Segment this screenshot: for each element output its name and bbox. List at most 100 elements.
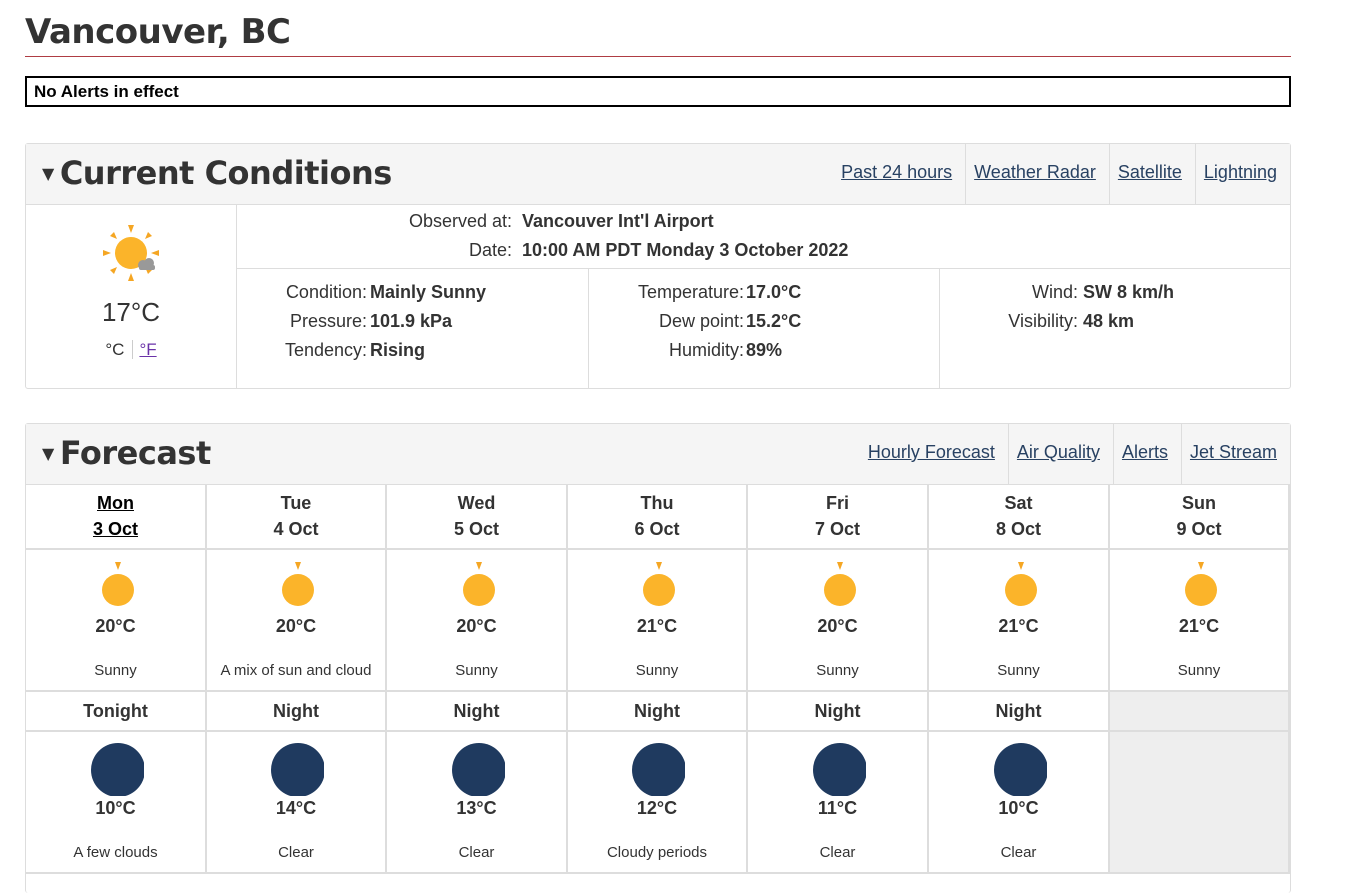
- current-conditions-toggle[interactable]: ▼ Current Conditions: [42, 154, 392, 192]
- forecast-panel: ▼ Forecast Hourly Forecast Air Quality Al…: [25, 423, 1291, 893]
- day-name: Sat: [1004, 493, 1033, 513]
- moon-cloud-icon: [632, 743, 685, 796]
- day-condition: Sunny: [816, 662, 859, 679]
- night-condition: Clear: [1000, 844, 1037, 861]
- day-condition: Sunny: [635, 662, 679, 679]
- current-conditions-header: ▼ Current Conditions Past 24 hours Weathe…: [26, 144, 1290, 205]
- forecast-night-cell: 12°C Cloudy periods: [568, 732, 748, 874]
- sun-icon: [101, 562, 134, 606]
- night-temperature: 11°C: [817, 798, 858, 818]
- day-condition: Sunny: [455, 662, 498, 679]
- moon-cloud-icon: [90, 743, 144, 796]
- forecast-day-cell: 20°C Sunny: [748, 550, 929, 692]
- forecast-night-header: Night: [207, 692, 387, 732]
- sun-cloud-icon: [103, 225, 159, 281]
- day-date: 4 Oct: [273, 519, 319, 539]
- forecast-night-header: Night: [568, 692, 748, 732]
- forecast-night-cell: 10°C Clear: [929, 732, 1110, 874]
- day-date: 6 Oct: [634, 519, 680, 539]
- moon-icon: [271, 743, 324, 796]
- moon-icon: [993, 743, 1047, 796]
- forecast-day-header: Fri 7 Oct: [748, 485, 929, 550]
- forecast-header: ▼ Forecast Hourly Forecast Air Quality Al…: [26, 424, 1290, 485]
- sun-icon: [643, 562, 675, 606]
- condition-value: Mainly Sunny: [370, 282, 487, 302]
- day-condition: Sunny: [1177, 662, 1221, 679]
- current-conditions-links: Past 24 hours Weather Radar Satellite Li…: [833, 144, 1290, 204]
- forecast-day-header[interactable]: Mon 3 Oct: [26, 485, 207, 550]
- page-header: Vancouver, BC No Alerts in effect: [25, 0, 1291, 107]
- day-temperature: 21°C: [998, 616, 1039, 636]
- condition-label: Condition:: [285, 282, 367, 302]
- temperature-value: 17.0°C: [746, 282, 802, 302]
- day-temperature: 21°C: [636, 616, 678, 636]
- day-temperature: 20°C: [275, 616, 317, 636]
- link-alerts[interactable]: Alerts: [1112, 424, 1181, 484]
- day-name: Wed: [457, 493, 496, 513]
- wind-label: Wind:: [1031, 282, 1078, 302]
- day-date: 8 Oct: [995, 519, 1042, 539]
- day-temperature: 21°C: [1178, 616, 1220, 636]
- date-value: 10:00 AM PDT Monday 3 October 2022: [522, 240, 849, 260]
- link-air-quality[interactable]: Air Quality: [1007, 424, 1113, 484]
- sun-icon: [1185, 562, 1217, 606]
- forecast-night-header: Tonight: [26, 692, 207, 732]
- forecast-night-cell: 10°C A few clouds: [26, 732, 207, 874]
- forecast-night-header: Night: [387, 692, 568, 732]
- forecast-day-cell: 20°C Sunny: [26, 550, 207, 692]
- forecast-links: Hourly Forecast Air Quality Alerts Jet S…: [860, 424, 1290, 484]
- night-name: Night: [995, 701, 1042, 721]
- dew-point-value: 15.2°C: [746, 311, 802, 331]
- day-temperature: 20°C: [817, 616, 858, 636]
- observed-value: Vancouver Int'l Airport: [522, 211, 714, 231]
- link-satellite[interactable]: Satellite: [1108, 144, 1195, 204]
- current-conditions-title: Current Conditions: [59, 154, 392, 192]
- night-temperature: 14°C: [275, 798, 317, 818]
- humidity-value: 89%: [746, 340, 783, 360]
- day-name: Mon: [97, 493, 134, 513]
- forecast-day-header: Sat 8 Oct: [929, 485, 1110, 550]
- forecast-day-cell: 21°C Sunny: [568, 550, 748, 692]
- forecast-day-header: Tue 4 Oct: [207, 485, 387, 550]
- unit-switcher: °C °F: [26, 340, 236, 360]
- link-jet-stream[interactable]: Jet Stream: [1180, 424, 1290, 484]
- current-conditions-panel: ▼ Current Conditions Past 24 hours Weathe…: [25, 143, 1291, 389]
- current-temperature: 17°C: [101, 297, 161, 327]
- link-weather-radar[interactable]: Weather Radar: [965, 144, 1109, 204]
- forecast-day-header: Wed 5 Oct: [387, 485, 568, 550]
- forecast-title: Forecast: [59, 434, 211, 472]
- pressure-label: Pressure:: [289, 311, 367, 331]
- date-label: Date:: [468, 240, 512, 260]
- visibility-label: Visibility:: [1008, 311, 1078, 331]
- night-temperature: 10°C: [95, 798, 136, 818]
- night-name: Night: [453, 701, 500, 721]
- link-lightning[interactable]: Lightning: [1194, 144, 1290, 204]
- dew-point-label: Dew point:: [658, 311, 744, 331]
- day-date: 5 Oct: [453, 519, 500, 539]
- day-temperature: 20°C: [95, 616, 136, 636]
- forecast-night-header: Night: [929, 692, 1110, 732]
- night-temperature: 10°C: [998, 798, 1039, 818]
- collapse-triangle-icon: ▼: [42, 163, 54, 183]
- forecast-day-header: Thu 6 Oct: [568, 485, 748, 550]
- day-date: 3 Oct: [92, 519, 139, 539]
- night-condition: A few clouds: [73, 844, 158, 861]
- day-name: Tue: [280, 493, 312, 513]
- link-past-24-hours[interactable]: Past 24 hours: [833, 144, 965, 204]
- unit-celsius: °C: [105, 340, 134, 359]
- day-condition: Sunny: [94, 662, 137, 679]
- forecast-night-empty: [1110, 692, 1290, 732]
- collapse-triangle-icon: ▼: [42, 443, 54, 463]
- moon-icon: [451, 743, 505, 796]
- night-condition: Cloudy periods: [606, 844, 708, 861]
- link-hourly-forecast[interactable]: Hourly Forecast: [860, 424, 1008, 484]
- forecast-grid: Mon 3 Oct 20°C Sunny Tue 4 Oct 20°C A mix of su…: [26, 485, 1290, 885]
- forecast-toggle[interactable]: ▼ Forecast: [42, 434, 211, 472]
- unit-fahrenheit-link[interactable]: °F: [133, 340, 156, 359]
- day-date: 9 Oct: [1176, 519, 1222, 539]
- conditions-column-3: Wind: Visibility: SW 8 km/h 48 km: [939, 269, 1290, 389]
- day-name: Sun: [1182, 493, 1216, 513]
- night-condition: Clear: [458, 844, 495, 861]
- conditions-column-2: Temperature: Dew point: Humidity: 17.0°C…: [588, 269, 940, 389]
- sun-icon: [1004, 562, 1037, 606]
